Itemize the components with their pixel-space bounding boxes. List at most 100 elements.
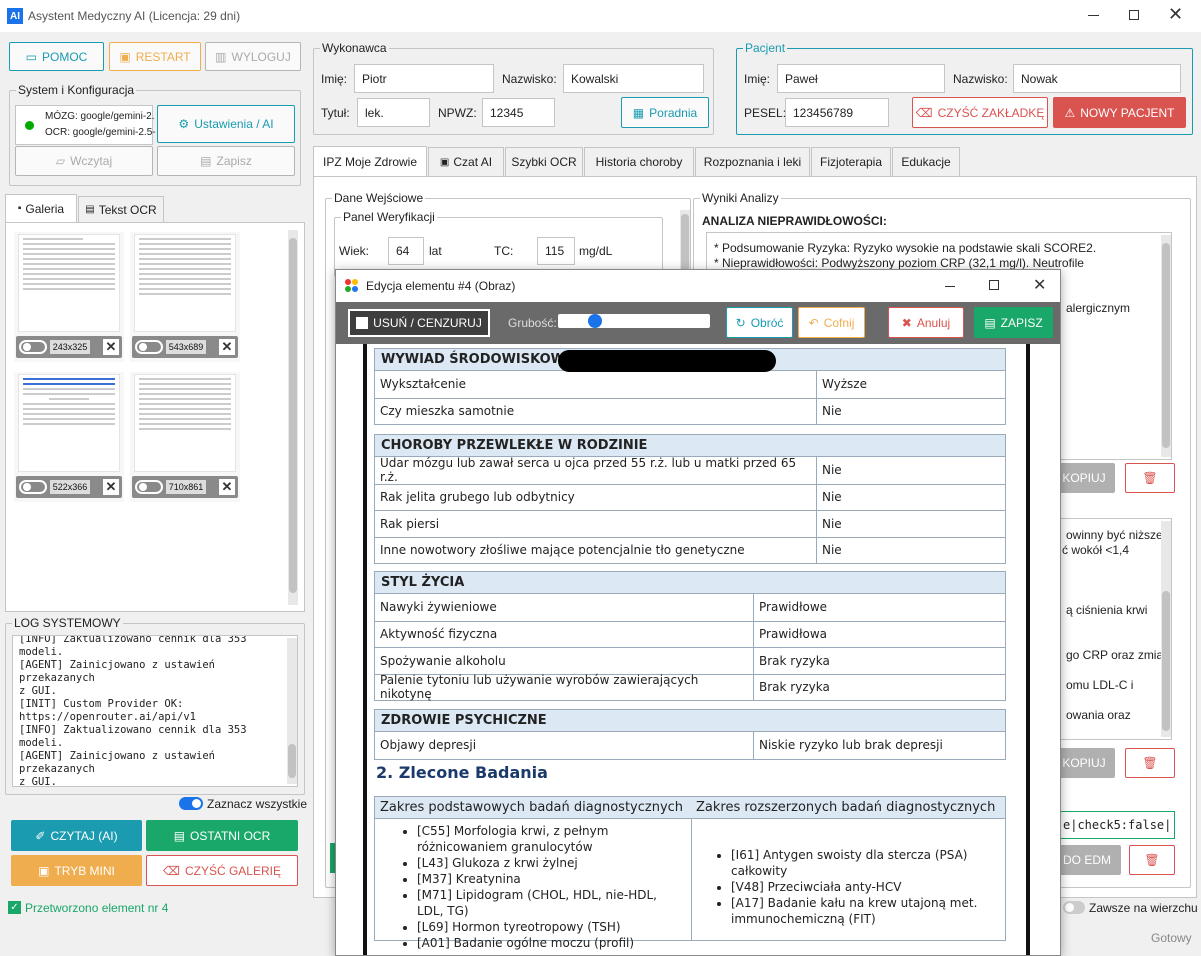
read-ai-label: CZYTAJ (AI) <box>50 828 118 843</box>
select-toggle[interactable] <box>135 480 163 494</box>
tab-ipz[interactable]: IPZ Moje Zdrowie <box>313 146 427 176</box>
copy-button[interactable]: KOPIUJ <box>1053 748 1115 778</box>
settings-ai-button[interactable]: ⚙ Ustawienia / AI <box>157 105 295 143</box>
save-config-label: Zapisz <box>216 154 252 168</box>
table-row: Czy mieszka samotnie Nie <box>375 397 1005 424</box>
dialog-minimize-icon[interactable] <box>945 286 955 287</box>
row-value: Nie <box>822 490 842 505</box>
rotate-button[interactable]: ↻ Obróć <box>726 307 793 338</box>
clear-tab-button[interactable]: ⌫ CZYŚĆ ZAKŁADKĘ <box>912 97 1048 128</box>
performer-first-input[interactable]: Piotr <box>354 64 494 93</box>
remove-image-icon[interactable]: ✕ <box>219 339 235 355</box>
gallery-thumbnail[interactable]: 710x861 ✕ <box>130 372 240 502</box>
tab-ipz-label: IPZ Moje Zdrowie <box>322 154 418 169</box>
copy-button[interactable]: KOPIUJ <box>1053 463 1115 493</box>
delete-button[interactable]: 🗑 <box>1125 748 1175 778</box>
rotate-label: Obróć <box>750 315 784 330</box>
pesel-input[interactable]: 123456789 <box>785 98 889 127</box>
slider-knob[interactable] <box>588 314 602 328</box>
image-canvas[interactable]: WYWIAD ŚRODOWISKOWY Wykształcenie Wyższe C… <box>336 344 1060 955</box>
clear-gallery-button[interactable]: ⌫ CZYŚĆ GALERIĘ <box>146 855 298 886</box>
help-button[interactable]: ▭ POMOC <box>9 42 104 71</box>
tab-education[interactable]: Edukacje <box>892 147 960 176</box>
clear-tab-label: CZYŚĆ ZAKŁADKĘ <box>937 105 1045 120</box>
save-config-button[interactable]: ▤ Zapisz <box>157 146 295 176</box>
tab-chat-ai[interactable]: ▣ Czat AI <box>428 147 504 176</box>
help-label: POMOC <box>42 49 88 64</box>
analysis-scrollbar[interactable] <box>1161 235 1171 457</box>
mini-mode-button[interactable]: ▣ TRYB MINI <box>11 855 142 886</box>
npwz-input[interactable]: 12345 <box>482 98 555 127</box>
cancel-button[interactable]: ✖ Anuluj <box>888 307 964 338</box>
select-all-toggle[interactable] <box>179 797 203 810</box>
select-toggle[interactable] <box>135 340 163 354</box>
dialog-maximize-icon[interactable] <box>989 280 999 290</box>
select-toggle[interactable] <box>19 340 47 354</box>
gear-icon: ⚙ <box>178 117 190 131</box>
read-ai-button[interactable]: ✐ CZYTAJ (AI) <box>11 820 142 851</box>
remove-image-icon[interactable]: ✕ <box>103 339 119 355</box>
log-line: z GUI. <box>19 776 57 787</box>
last-ocr-button[interactable]: ▤ OSTATNI OCR <box>146 820 298 851</box>
select-all-label: Zaznacz wszystkie <box>207 797 308 811</box>
tab-diagnoses[interactable]: Rozpoznania i leki <box>695 147 810 176</box>
log-scrollbar[interactable] <box>287 638 297 784</box>
section-header: ZDROWIE PSYCHICZNE <box>375 710 1005 732</box>
performer-last-input[interactable]: Kowalski <box>563 64 704 93</box>
broom-icon: ⌫ <box>163 863 180 878</box>
patient-last-input[interactable]: Nowak <box>1013 64 1181 93</box>
tab-gallery[interactable]: ▪ Galeria <box>5 194 77 222</box>
always-on-top-toggle[interactable] <box>1063 901 1085 914</box>
ocr-model: OCR: google/gemini-2.5- <box>45 127 156 138</box>
new-patient-button[interactable]: ⚠ NOWY PACJENT <box>1053 97 1186 128</box>
censor-button[interactable]: USUŃ / CENZURUJ <box>348 309 490 337</box>
remove-image-icon[interactable]: ✕ <box>219 479 235 495</box>
age-label: Wiek: <box>339 244 369 258</box>
document-icon: ▤ <box>85 204 95 215</box>
clear-gallery-label: CZYŚĆ GALERIĘ <box>184 863 281 878</box>
thumb-size: 243x325 <box>50 340 90 354</box>
restart-button[interactable]: ▣ RESTART <box>109 42 201 71</box>
gallery-scrollbar[interactable] <box>288 230 298 605</box>
test-item: [A17] Badanie kału na krew utajoną met. … <box>731 895 1001 927</box>
delete-button[interactable]: 🗑 <box>1125 463 1175 493</box>
clinic-button[interactable]: ▦ Poradnia <box>621 97 709 128</box>
minimize-icon[interactable] <box>1088 15 1099 16</box>
canvas-left-border <box>363 344 367 955</box>
gallery-thumbnail[interactable]: 522x366 ✕ <box>14 372 124 502</box>
patient-title: Pacjent <box>743 41 788 55</box>
to-edm-button[interactable]: DO EDM <box>1053 845 1121 875</box>
status-text: Przetworzono element nr 4 <box>25 901 169 915</box>
save-button[interactable]: ▤ ZAPISZ <box>974 307 1053 338</box>
recommendations-scrollbar[interactable] <box>1161 521 1171 737</box>
tab-ocr-text[interactable]: ▤ Tekst OCR <box>78 196 164 222</box>
load-button[interactable]: ▱ Wczytaj <box>15 146 153 176</box>
performer-title-input[interactable]: lek. <box>357 98 430 127</box>
close-icon[interactable]: ✕ <box>1168 4 1183 25</box>
test-item: [M71] Lipidogram (CHOL, HDL, nie-HDL, LD… <box>417 887 675 919</box>
system-log[interactable]: [INFO] Zaktualizowano cennik dla 353 mod… <box>12 635 298 787</box>
test-item: [L69] Hormon tyreotropowy (TSH) <box>417 919 675 935</box>
maximize-icon[interactable] <box>1129 10 1139 20</box>
logout-button[interactable]: ▥ WYLOGUJ <box>205 42 301 71</box>
gallery-thumbnail[interactable]: 543x689 ✕ <box>130 232 240 362</box>
gallery-thumbnail[interactable]: 243x325 ✕ <box>14 232 124 362</box>
select-toggle[interactable] <box>19 480 47 494</box>
age-input[interactable]: 64 <box>388 237 424 265</box>
remove-image-icon[interactable]: ✕ <box>103 479 119 495</box>
tab-physio[interactable]: Fizjoterapia <box>811 147 891 176</box>
patient-last-label: Nazwisko: <box>953 72 1008 86</box>
disk-icon: ▤ <box>200 154 212 168</box>
tc-input[interactable]: 115 <box>537 237 575 265</box>
delete-button[interactable]: 🗑 <box>1129 845 1175 875</box>
ext-tests-list: [I61] Antygen swoisty dla stercza (PSA) … <box>691 847 1001 927</box>
logout-label: WYLOGUJ <box>231 49 291 64</box>
system-config-title: System i Konfiguracja <box>16 83 137 97</box>
patient-first-input[interactable]: Paweł <box>777 64 945 93</box>
thickness-slider[interactable] <box>558 314 710 328</box>
tab-quick-ocr[interactable]: Szybki OCR <box>505 147 583 176</box>
always-on-top-label: Zawsze na wierzchu <box>1089 901 1198 915</box>
dialog-close-icon[interactable]: ✕ <box>1033 275 1046 295</box>
undo-button[interactable]: ↶ Cofnij <box>798 307 865 338</box>
tab-history[interactable]: Historia choroby <box>584 147 694 176</box>
